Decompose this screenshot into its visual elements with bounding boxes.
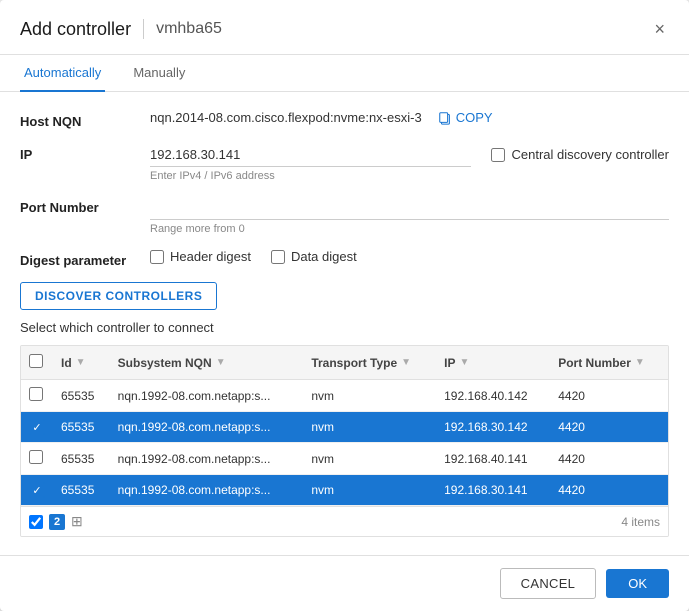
ip-filter-icon[interactable]: ▼ — [459, 357, 469, 368]
port-number-row: Port Number Range more from 0 — [20, 196, 669, 235]
add-controller-dialog: Add controller vmhba65 × Automatically M… — [0, 0, 689, 611]
subsystem-filter-icon[interactable]: ▼ — [216, 357, 226, 368]
row-3-id: 65535 — [53, 443, 110, 475]
host-nqn-label: Host NQN — [20, 110, 150, 129]
ip-label: IP — [20, 143, 150, 162]
header-digest-checkbox[interactable] — [150, 250, 164, 264]
row-3-subsystem: nqn.1992-08.com.netapp:s... — [110, 443, 304, 475]
selected-count-badge: 2 — [49, 514, 65, 530]
port-filter-icon[interactable]: ▼ — [635, 357, 645, 368]
ip-hint: Enter IPv4 / IPv6 address — [150, 170, 471, 182]
cancel-button[interactable]: CANCEL — [500, 568, 597, 599]
dialog-subtitle: vmhba65 — [156, 20, 222, 38]
footer-checkbox[interactable] — [29, 515, 43, 529]
row-4-id: 65535 — [53, 475, 110, 506]
row-3-port: 4420 — [550, 443, 668, 475]
digest-row: Digest parameter Header digest Data dige… — [20, 249, 669, 268]
header-digest-label[interactable]: Header digest — [150, 249, 251, 264]
row-4-port: 4420 — [550, 475, 668, 506]
table-row[interactable]: ✓ 65535 nqn.1992-08.com.netapp:s... nvm … — [21, 475, 668, 506]
row-3-transport: nvm — [303, 443, 436, 475]
row-1-ip: 192.168.40.142 — [436, 380, 550, 412]
col-header-id: Id ▼ — [53, 346, 110, 380]
row-2-ip: 192.168.30.142 — [436, 412, 550, 443]
row-2-transport: nvm — [303, 412, 436, 443]
dialog-header: Add controller vmhba65 × — [0, 0, 689, 55]
port-number-input[interactable] — [150, 196, 669, 220]
title-divider — [143, 19, 144, 39]
copy-button[interactable]: COPY — [438, 110, 493, 125]
host-nqn-row: Host NQN nqn.2014-08.com.cisco.flexpod:n… — [20, 110, 669, 129]
table-row[interactable]: 65535 nqn.1992-08.com.netapp:s... nvm 19… — [21, 380, 668, 412]
dialog-body: Host NQN nqn.2014-08.com.cisco.flexpod:n… — [0, 92, 689, 555]
port-number-hint: Range more from 0 — [150, 223, 669, 235]
data-digest-checkbox[interactable] — [271, 250, 285, 264]
row-1-subsystem: nqn.1992-08.com.netapp:s... — [110, 380, 304, 412]
copy-icon — [438, 111, 452, 125]
discover-controllers-button[interactable]: DISCOVER CONTROLLERS — [20, 282, 217, 310]
row-2-checkbox-checked[interactable]: ✓ — [29, 419, 45, 435]
ip-form-row: IP Enter IPv4 / IPv6 address Central dis… — [20, 143, 669, 182]
row-4-subsystem: nqn.1992-08.com.netapp:s... — [110, 475, 304, 506]
col-header-ip: IP ▼ — [436, 346, 550, 380]
controllers-table: Id ▼ Subsystem NQN ▼ Tra — [21, 346, 668, 506]
dialog-title: Add controller — [20, 19, 131, 40]
tabs-container: Automatically Manually — [0, 55, 689, 92]
select-all-checkbox[interactable] — [29, 354, 43, 368]
col-select-all[interactable] — [21, 346, 53, 380]
close-button[interactable]: × — [650, 18, 669, 40]
id-filter-icon[interactable]: ▼ — [76, 357, 86, 368]
table-header-row: Id ▼ Subsystem NQN ▼ Tra — [21, 346, 668, 380]
row-1-transport: nvm — [303, 380, 436, 412]
transport-filter-icon[interactable]: ▼ — [401, 357, 411, 368]
row-4-checkbox-checked[interactable]: ✓ — [29, 482, 45, 498]
col-header-port-number: Port Number ▼ — [550, 346, 668, 380]
row-2-subsystem: nqn.1992-08.com.netapp:s... — [110, 412, 304, 443]
row-4-transport: nvm — [303, 475, 436, 506]
dialog-footer: CANCEL OK — [0, 555, 689, 611]
tab-automatically[interactable]: Automatically — [20, 55, 105, 92]
row-1-checkbox[interactable] — [29, 387, 43, 401]
central-discovery-checkbox-label[interactable]: Central discovery controller — [491, 147, 669, 162]
tab-manually[interactable]: Manually — [129, 55, 189, 92]
col-header-subsystem-nqn: Subsystem NQN ▼ — [110, 346, 304, 380]
row-3-checkbox[interactable] — [29, 450, 43, 464]
row-checkbox-cell[interactable]: ✓ — [21, 475, 53, 506]
table-row[interactable]: ✓ 65535 nqn.1992-08.com.netapp:s... nvm … — [21, 412, 668, 443]
host-nqn-value: nqn.2014-08.com.cisco.flexpod:nvme:nx-es… — [150, 110, 422, 125]
row-1-port: 4420 — [550, 380, 668, 412]
ok-button[interactable]: OK — [606, 569, 669, 598]
columns-icon[interactable]: ⊞ — [71, 513, 83, 530]
row-3-ip: 192.168.40.141 — [436, 443, 550, 475]
items-count: 4 items — [621, 515, 660, 529]
data-digest-label[interactable]: Data digest — [271, 249, 357, 264]
ip-input[interactable] — [150, 143, 471, 167]
row-4-ip: 192.168.30.141 — [436, 475, 550, 506]
port-number-label: Port Number — [20, 196, 150, 215]
digest-label: Digest parameter — [20, 249, 150, 268]
table-row[interactable]: 65535 nqn.1992-08.com.netapp:s... nvm 19… — [21, 443, 668, 475]
row-2-id: 65535 — [53, 412, 110, 443]
central-discovery-checkbox[interactable] — [491, 148, 505, 162]
row-1-id: 65535 — [53, 380, 110, 412]
row-2-port: 4420 — [550, 412, 668, 443]
row-checkbox-cell[interactable] — [21, 380, 53, 412]
select-label: Select which controller to connect — [20, 320, 669, 335]
col-header-transport-type: Transport Type ▼ — [303, 346, 436, 380]
row-checkbox-cell[interactable] — [21, 443, 53, 475]
table-footer: 2 ⊞ 4 items — [21, 506, 668, 536]
row-checkbox-cell[interactable]: ✓ — [21, 412, 53, 443]
controllers-table-container: Id ▼ Subsystem NQN ▼ Tra — [20, 345, 669, 537]
